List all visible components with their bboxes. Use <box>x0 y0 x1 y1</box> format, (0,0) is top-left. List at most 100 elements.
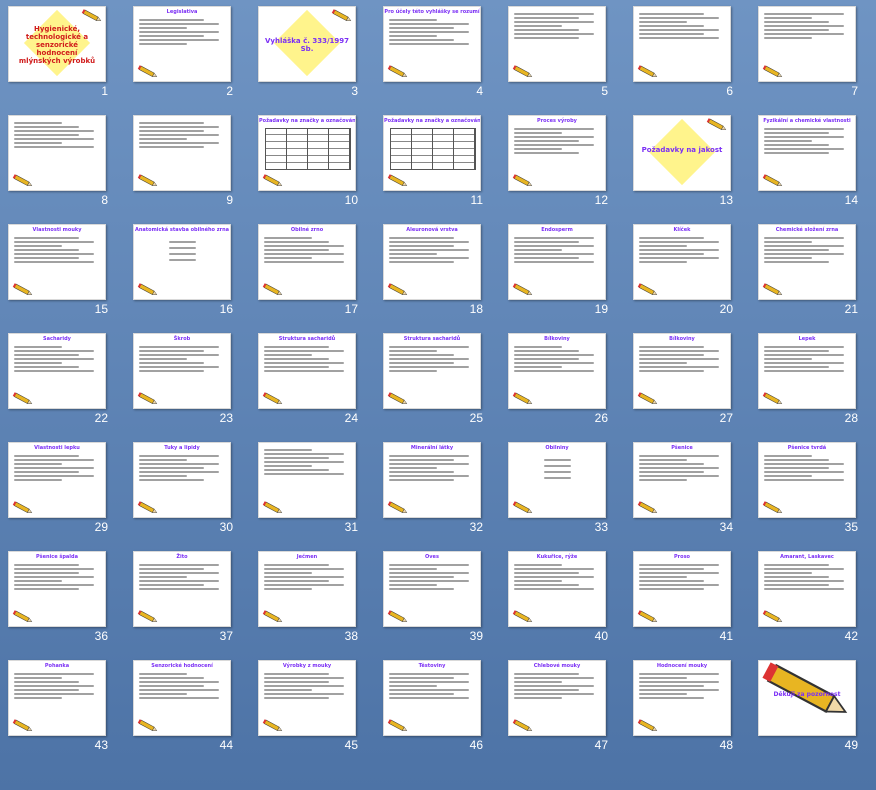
slide-number: 49 <box>844 738 858 752</box>
slide-title: Ječmen <box>296 554 318 560</box>
slide-number: 5 <box>601 84 608 98</box>
bullet-text-block <box>759 342 855 372</box>
slide-thumbnail[interactable]: Anatomická stavba obilného zrna 16 <box>130 222 255 330</box>
slide-thumbnail[interactable]: Kukuřice, rýže 40 <box>505 549 630 657</box>
slide-thumbnail[interactable]: Klíček 20 <box>630 222 755 330</box>
slide-preview: Vyhláška č. 333/1997 Sb. <box>258 6 356 82</box>
slide-thumbnail[interactable]: Pohanka 43 <box>5 658 130 766</box>
slide-thumbnail[interactable]: Aleuronová vrstva 18 <box>380 222 505 330</box>
slide-number: 24 <box>344 411 358 425</box>
slide-thumbnail[interactable]: Legislativa 2 <box>130 4 255 112</box>
slide-thumbnail[interactable]: Děkuji za pozornost 49 <box>755 658 876 766</box>
slide-thumbnail[interactable]: Proces výroby 12 <box>505 113 630 221</box>
slide-preview: Požadavky na značky a označování <box>383 115 481 191</box>
slide-thumbnail[interactable]: Sacharidy 22 <box>5 331 130 439</box>
slide-thumbnail[interactable]: 7 <box>755 4 876 112</box>
slide-thumbnail[interactable]: Tuky a lipidy 30 <box>130 440 255 548</box>
slide-thumbnail[interactable]: Těstoviny 46 <box>380 658 505 766</box>
slide-preview: Vlastnosti mouky <box>8 224 106 300</box>
slide-title: Hodnocení mouky <box>656 663 708 669</box>
slide-thumbnail[interactable]: Požadavky na jakost 13 <box>630 113 755 221</box>
slide-thumbnail[interactable]: 8 <box>5 113 130 221</box>
slide-thumbnail[interactable]: Oves 39 <box>380 549 505 657</box>
slide-number: 37 <box>219 629 233 643</box>
bullet-text-block <box>134 560 230 590</box>
bullet-text-block <box>9 560 105 590</box>
slide-preview <box>758 6 856 82</box>
slide-number: 38 <box>344 629 358 643</box>
slide-preview: Pšenice <box>633 442 731 518</box>
slide-thumbnail[interactable]: Senzorické hodnocení 44 <box>130 658 255 766</box>
slide-thumbnail[interactable]: Endosperm 19 <box>505 222 630 330</box>
pencil-icon <box>81 9 103 23</box>
slide-thumbnail[interactable]: Požadavky na značky a označování 11 <box>380 113 505 221</box>
slide-preview: Tuky a lipidy <box>133 442 231 518</box>
slide-preview: Těstoviny <box>383 660 481 736</box>
pencil-icon <box>387 65 409 79</box>
slide-thumbnail[interactable]: Vyhláška č. 333/1997 Sb. 3 <box>255 4 380 112</box>
slide-preview: Klíček <box>633 224 731 300</box>
slide-thumbnail[interactable]: Pšenice 34 <box>630 440 755 548</box>
slide-preview: Senzorické hodnocení <box>133 660 231 736</box>
slide-thumbnail[interactable]: Struktura sacharidů 24 <box>255 331 380 439</box>
slide-title: Struktura sacharidů <box>403 336 461 342</box>
slide-thumbnail[interactable]: 9 <box>130 113 255 221</box>
slide-number: 2 <box>226 84 233 98</box>
slide-thumbnail[interactable]: Bílkoviny 26 <box>505 331 630 439</box>
bullet-text-block <box>634 451 730 481</box>
slide-thumbnail[interactable]: Hygienické, technologické a senzorické h… <box>5 4 130 112</box>
slide-thumbnail[interactable]: Pšenice tvrdá 35 <box>755 440 876 548</box>
slide-title: Amarant, Laskavec <box>780 554 834 560</box>
slide-thumbnail[interactable]: Lepek 28 <box>755 331 876 439</box>
pencil-icon <box>12 501 34 515</box>
slide-thumbnail[interactable]: Proso 41 <box>630 549 755 657</box>
slide-thumbnail[interactable]: Struktura sacharidů 25 <box>380 331 505 439</box>
slide-thumbnail[interactable]: Vlastnosti lepku 29 <box>5 440 130 548</box>
bullet-text-block <box>134 233 230 261</box>
slide-title: Kukuřice, rýže <box>536 554 578 560</box>
pencil-icon <box>12 174 34 188</box>
slide-number: 28 <box>844 411 858 425</box>
slide-preview: Fyzikální a chemické vlastnosti <box>758 115 856 191</box>
slide-thumbnail[interactable]: Ječmen 38 <box>255 549 380 657</box>
slide-thumbnail[interactable]: 5 <box>505 4 630 112</box>
bullet-text-block <box>259 669 355 699</box>
slide-thumbnail[interactable]: Pšenice špalda 36 <box>5 549 130 657</box>
pencil-icon <box>387 174 409 188</box>
slide-title: Proces výroby <box>537 118 577 124</box>
slide-thumbnail[interactable]: Škrob 23 <box>130 331 255 439</box>
slide-thumbnail[interactable]: Fyzikální a chemické vlastnosti 14 <box>755 113 876 221</box>
bullet-text-block <box>259 342 355 372</box>
slide-number: 34 <box>719 520 733 534</box>
slide-thumbnail[interactable]: Obilniny 33 <box>505 440 630 548</box>
slide-preview: Vlastnosti lepku <box>8 442 106 518</box>
pencil-icon <box>387 283 409 297</box>
slide-thumbnail[interactable]: Pro účely této vyhlášky se rozumí 4 <box>380 4 505 112</box>
slide-thumbnail[interactable]: Chemické složení zrna 21 <box>755 222 876 330</box>
bullet-text-block <box>759 451 855 481</box>
slide-title: Požadavky na značky a označování <box>384 118 480 124</box>
slide-thumbnail[interactable]: Požadavky na značky a označování 10 <box>255 113 380 221</box>
slide-thumbnail[interactable]: Bílkoviny 27 <box>630 331 755 439</box>
slide-number: 32 <box>469 520 483 534</box>
bullet-text-block <box>134 15 230 45</box>
bullet-text-block <box>509 669 605 699</box>
slide-thumbnail[interactable]: Hodnocení mouky 48 <box>630 658 755 766</box>
slide-thumbnail[interactable]: 31 <box>255 440 380 548</box>
slide-thumbnail[interactable]: Obilné zrno 17 <box>255 222 380 330</box>
slide-title: Aleuronová vrstva <box>406 227 458 233</box>
pencil-icon <box>512 610 534 624</box>
slide-number: 18 <box>469 302 483 316</box>
slide-thumbnail[interactable]: Chlebové mouky 47 <box>505 658 630 766</box>
slide-thumbnail[interactable]: Vlastnosti mouky 15 <box>5 222 130 330</box>
slide-thumbnail[interactable]: Minerální látky 32 <box>380 440 505 548</box>
slide-thumbnail[interactable]: 6 <box>630 4 755 112</box>
slide-number: 41 <box>719 629 733 643</box>
pencil-icon <box>637 501 659 515</box>
slide-thumbnail[interactable]: Žito 37 <box>130 549 255 657</box>
slide-thumbnail[interactable]: Výrobky z mouky 45 <box>255 658 380 766</box>
slide-title: Pohanka <box>44 663 70 669</box>
slide-preview: Proso <box>633 551 731 627</box>
slide-thumbnail[interactable]: Amarant, Laskavec 42 <box>755 549 876 657</box>
pencil-icon <box>12 283 34 297</box>
